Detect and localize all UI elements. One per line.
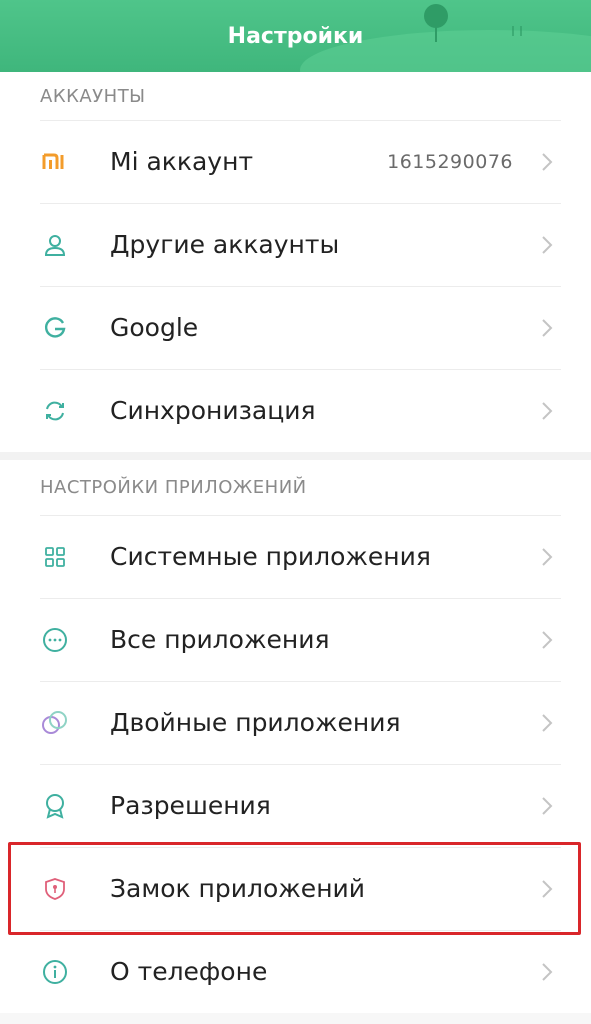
about-phone-label: О телефоне: [110, 957, 268, 986]
sync-label: Синхронизация: [110, 396, 316, 425]
chevron-right-icon: [535, 150, 559, 174]
mi-account-item[interactable]: Mi аккаунт 1615290076: [0, 120, 591, 203]
sync-icon: [40, 396, 70, 426]
chevron-right-icon: [535, 545, 559, 569]
all-apps-label: Все приложения: [110, 625, 330, 654]
dual-circles-icon: [40, 708, 70, 738]
app-header: Настройки: [0, 0, 591, 72]
chevron-right-icon: [535, 316, 559, 340]
accounts-section: АККАУНТЫ Mi аккаунт 1615290076 Другие ак…: [0, 72, 591, 452]
chevron-right-icon: [535, 711, 559, 735]
app-settings-section-heading: НАСТРОЙКИ ПРИЛОЖЕНИЙ: [40, 477, 307, 498]
google-item[interactable]: Google: [0, 286, 591, 369]
google-label: Google: [110, 313, 199, 342]
dual-apps-item[interactable]: Двойные приложения: [0, 681, 591, 764]
person-icon: [40, 230, 70, 260]
dots-circle-icon: [40, 625, 70, 655]
chevron-right-icon: [535, 399, 559, 423]
mi-logo-icon: [40, 147, 70, 177]
app-lock-label: Замок приложений: [110, 874, 366, 903]
system-apps-label: Системные приложения: [110, 542, 431, 571]
about-phone-item[interactable]: О телефоне: [0, 930, 591, 1013]
other-accounts-item[interactable]: Другие аккаунты: [0, 203, 591, 286]
app-settings-section: НАСТРОЙКИ ПРИЛОЖЕНИЙ Системные приложени…: [0, 460, 591, 1013]
all-apps-item[interactable]: Все приложения: [0, 598, 591, 681]
section-divider: [0, 452, 591, 460]
permissions-label: Разрешения: [110, 791, 271, 820]
info-icon: [40, 957, 70, 987]
chevron-right-icon: [535, 233, 559, 257]
chevron-right-icon: [535, 794, 559, 818]
app-lock-item[interactable]: Замок приложений: [0, 847, 591, 930]
google-g-icon: [40, 313, 70, 343]
sync-item[interactable]: Синхронизация: [0, 369, 591, 452]
badge-icon: [40, 791, 70, 821]
mi-account-id: 1615290076: [387, 150, 513, 173]
accounts-section-heading: АККАУНТЫ: [40, 85, 146, 107]
dual-apps-label: Двойные приложения: [110, 708, 401, 737]
chevron-right-icon: [535, 960, 559, 984]
other-accounts-label: Другие аккаунты: [110, 230, 340, 259]
grid-icon: [40, 542, 70, 572]
system-apps-item[interactable]: Системные приложения: [0, 515, 591, 598]
chevron-right-icon: [535, 877, 559, 901]
mi-account-label: Mi аккаунт: [110, 147, 254, 176]
permissions-item[interactable]: Разрешения: [0, 764, 591, 847]
chevron-right-icon: [535, 628, 559, 652]
page-title: Настройки: [227, 23, 364, 49]
shield-lock-icon: [40, 874, 70, 904]
